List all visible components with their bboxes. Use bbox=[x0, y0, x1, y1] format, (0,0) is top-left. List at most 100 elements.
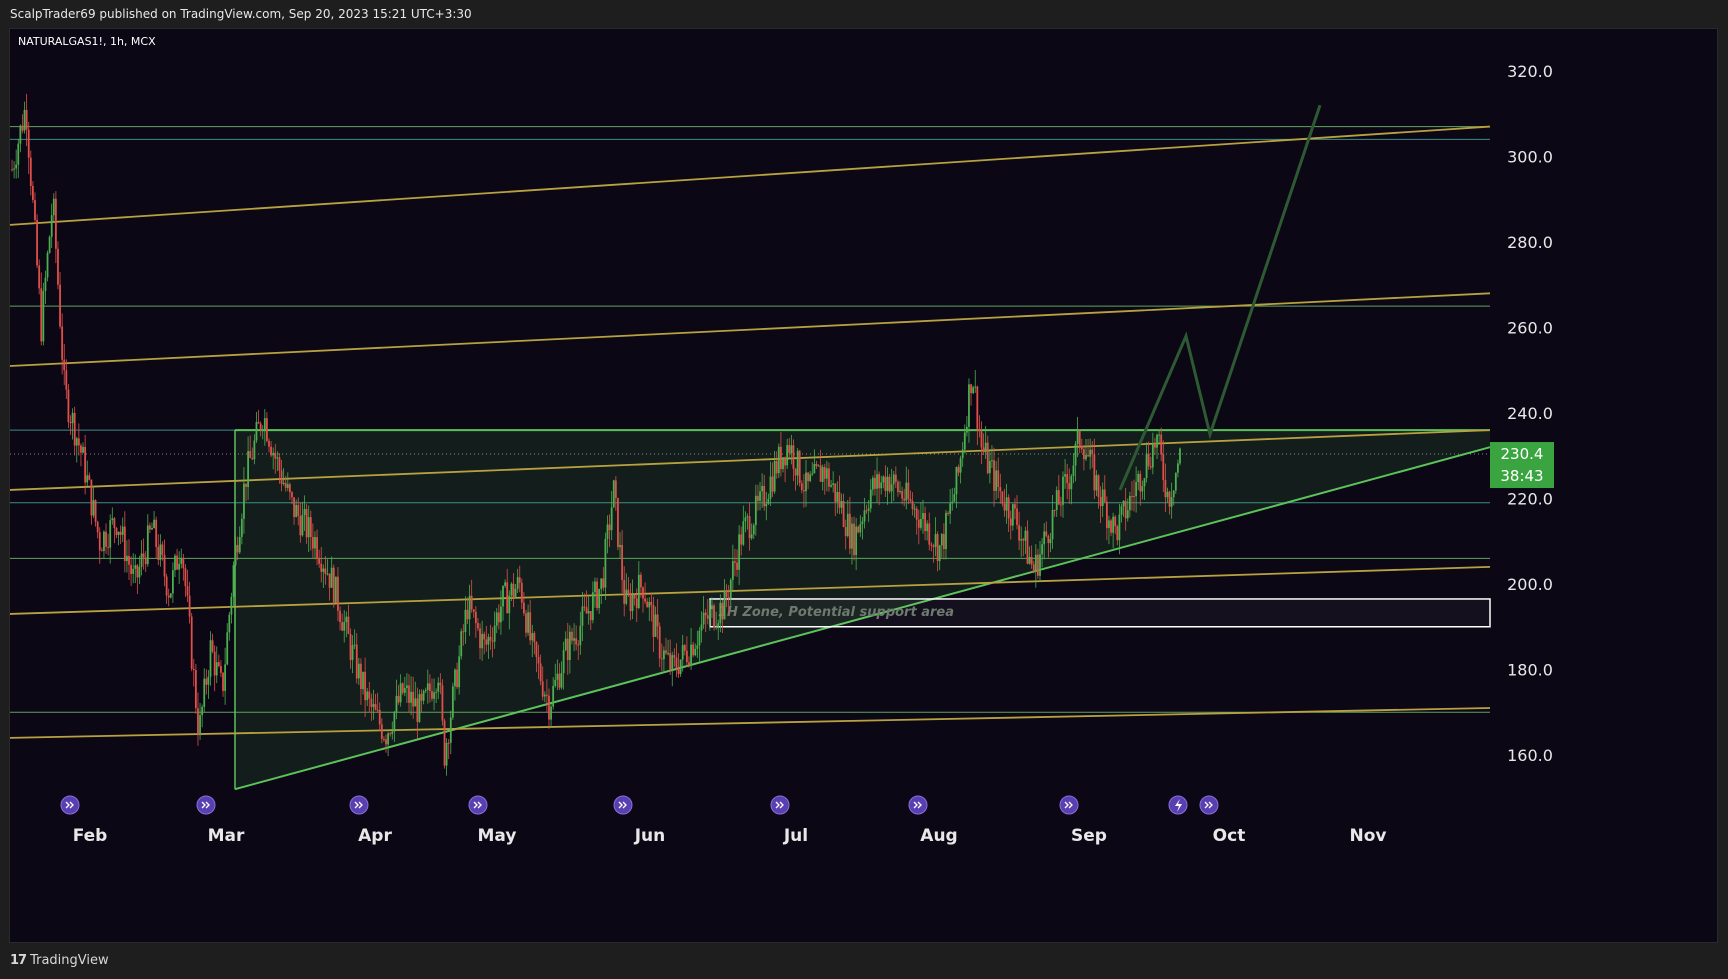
event-marker-circle-arrows-icon[interactable] bbox=[196, 795, 216, 815]
symbol-label: NATURALGAS1!, 1h, MCX bbox=[18, 35, 156, 48]
candle-body bbox=[930, 544, 933, 546]
candle-body bbox=[715, 626, 718, 628]
candle-body bbox=[988, 460, 991, 474]
candle-body bbox=[836, 491, 839, 502]
candle-body bbox=[750, 534, 753, 539]
candle-body bbox=[1070, 475, 1073, 490]
candle-body bbox=[449, 717, 452, 743]
candle-body bbox=[485, 639, 488, 645]
lightning-icon[interactable] bbox=[1168, 795, 1188, 815]
candle-body bbox=[460, 631, 463, 657]
candle-body bbox=[414, 698, 417, 707]
event-marker-circle-arrows-icon[interactable] bbox=[1059, 795, 1079, 815]
candle-body bbox=[437, 682, 440, 692]
candle-body bbox=[1055, 490, 1058, 511]
candle-body bbox=[589, 611, 592, 621]
candle-body bbox=[418, 694, 421, 722]
candle-body bbox=[245, 483, 247, 487]
chart-panel[interactable]: 1H Zone, Potential support area 160.0 180.… bbox=[9, 28, 1718, 943]
candle-body bbox=[880, 482, 883, 489]
candle-body bbox=[69, 422, 72, 424]
candle-body bbox=[63, 359, 66, 371]
candle-body bbox=[353, 644, 356, 646]
candle-body bbox=[694, 648, 697, 656]
candle-body bbox=[157, 546, 160, 560]
candle-body bbox=[322, 568, 325, 572]
candle-body bbox=[1174, 472, 1177, 491]
candle-body bbox=[462, 631, 465, 633]
time-tick-label: Sep bbox=[1071, 826, 1107, 846]
event-marker-circle-arrows-icon[interactable] bbox=[613, 795, 633, 815]
candle-body bbox=[130, 564, 132, 574]
candle-body bbox=[508, 595, 511, 614]
event-marker-circle-arrows-icon[interactable] bbox=[349, 795, 369, 815]
candle-body bbox=[514, 588, 517, 598]
candle-body bbox=[568, 631, 571, 661]
candle-body bbox=[345, 616, 348, 623]
candle-body bbox=[1133, 496, 1135, 498]
candle-body bbox=[512, 583, 515, 598]
candle-body bbox=[894, 474, 897, 482]
publish-header: ScalpTrader69 published on TradingView.c… bbox=[0, 0, 1728, 28]
candle-body bbox=[617, 498, 619, 548]
candle-body bbox=[853, 523, 855, 556]
candle-body bbox=[805, 472, 807, 492]
candle-body bbox=[474, 611, 477, 623]
candle-body bbox=[769, 476, 772, 499]
candle-body bbox=[456, 669, 458, 688]
candle-body bbox=[734, 561, 736, 563]
candle-body bbox=[1137, 473, 1140, 483]
event-marker-circle-arrows-icon[interactable] bbox=[770, 795, 790, 815]
candle-body bbox=[1018, 524, 1021, 541]
candle-body bbox=[650, 601, 653, 606]
event-marker-circle-arrows-icon[interactable] bbox=[60, 795, 80, 815]
candle-body bbox=[905, 482, 908, 501]
candle-body bbox=[802, 490, 805, 492]
candle-body bbox=[77, 438, 80, 446]
candle-body bbox=[1154, 443, 1156, 448]
candle-body bbox=[663, 650, 665, 660]
candle-body bbox=[698, 630, 701, 646]
candle-body bbox=[330, 567, 333, 588]
candle-body bbox=[142, 553, 145, 558]
candle-body bbox=[274, 452, 277, 459]
candle-body bbox=[936, 534, 939, 562]
candle-body bbox=[190, 616, 193, 669]
candle-body bbox=[167, 595, 170, 598]
candle-body bbox=[385, 739, 387, 745]
candle-body bbox=[945, 512, 947, 550]
candle-body bbox=[537, 657, 540, 664]
candle-body bbox=[763, 485, 766, 507]
candle-body bbox=[644, 598, 647, 602]
candle-body bbox=[825, 468, 828, 479]
event-marker-circle-arrows-icon[interactable] bbox=[468, 795, 488, 815]
candle-body bbox=[303, 508, 306, 515]
candle-body bbox=[861, 521, 864, 525]
candle-body bbox=[731, 561, 734, 580]
candle-body bbox=[792, 445, 795, 469]
candle-body bbox=[309, 517, 312, 538]
candle-body bbox=[922, 513, 924, 519]
event-marker-circle-arrows-icon[interactable] bbox=[908, 795, 928, 815]
candle-body bbox=[366, 691, 369, 701]
candle-body bbox=[556, 673, 559, 680]
candle-body bbox=[738, 534, 741, 570]
candle-body bbox=[571, 631, 573, 641]
candle-body bbox=[920, 518, 922, 528]
chart-canvas[interactable]: 1H Zone, Potential support area 160.0 180.… bbox=[10, 29, 1717, 942]
candle-body bbox=[823, 467, 826, 479]
candle-body bbox=[857, 526, 860, 533]
candle-body bbox=[88, 475, 91, 480]
event-marker-circle-arrows-icon[interactable] bbox=[1199, 795, 1219, 815]
candle-body bbox=[535, 642, 538, 658]
candle-body bbox=[677, 668, 680, 674]
candle-body bbox=[640, 574, 642, 588]
candle-body bbox=[263, 418, 266, 430]
candle-body bbox=[1053, 509, 1056, 511]
candle-body bbox=[343, 622, 346, 631]
candle-body bbox=[73, 412, 76, 446]
tradingview-logo[interactable]: 17 TradingView bbox=[10, 953, 109, 968]
candle-body bbox=[1051, 509, 1054, 540]
candle-body bbox=[311, 537, 314, 549]
candle-body bbox=[928, 523, 931, 545]
